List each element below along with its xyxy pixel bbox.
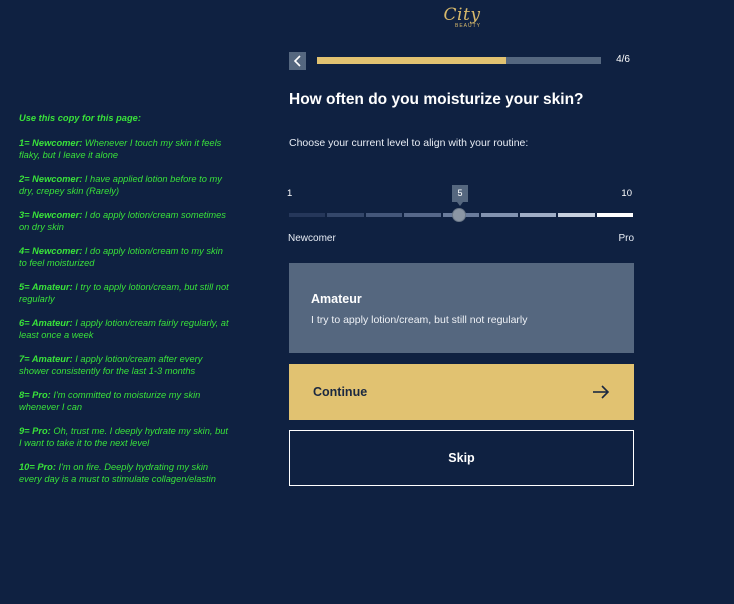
note-level: 10= Pro: bbox=[19, 462, 56, 472]
arrow-right-icon bbox=[593, 385, 610, 399]
note-level: 5= Amateur: bbox=[19, 282, 73, 292]
slider-max-label: 10 bbox=[621, 188, 632, 199]
note-item: 2= Newcomer: I have applied lotion befor… bbox=[19, 173, 229, 197]
logo-subtext: BEAUTY bbox=[454, 23, 481, 29]
slider-right-caption: Pro bbox=[618, 233, 634, 244]
note-level: 7= Amateur: bbox=[19, 354, 73, 364]
instruction-text: Choose your current level to align with … bbox=[289, 137, 529, 149]
continue-button[interactable]: Continue bbox=[289, 364, 634, 420]
continue-label: Continue bbox=[313, 385, 368, 399]
notes-heading: Use this copy for this page: bbox=[19, 113, 141, 123]
note-level: 9= Pro: bbox=[19, 426, 51, 436]
note-level: 2= Newcomer: bbox=[19, 174, 83, 184]
progress-fill bbox=[317, 57, 507, 64]
note-item: 10= Pro: I'm on fire. Deeply hydrating m… bbox=[19, 461, 229, 485]
progress-bar bbox=[317, 57, 601, 64]
slider-value-bubble: 5 bbox=[452, 185, 468, 206]
step-counter: 4/6 bbox=[616, 54, 630, 65]
chevron-left-icon bbox=[293, 55, 301, 67]
slider-thumb[interactable] bbox=[452, 208, 466, 222]
note-level: 3= Newcomer: bbox=[19, 210, 83, 220]
slider-segment bbox=[404, 213, 441, 217]
note-item: 5= Amateur: I try to apply lotion/cream,… bbox=[19, 281, 229, 305]
city-beauty-logo: City BEAUTY bbox=[430, 6, 494, 34]
note-item: 9= Pro: Oh, trust me. I deeply hydrate m… bbox=[19, 425, 229, 449]
slider-left-caption: Newcomer bbox=[288, 233, 336, 244]
notes-list: 1= Newcomer: Whenever I touch my skin it… bbox=[19, 137, 229, 485]
question-title: How often do you moisturize your skin? bbox=[289, 91, 584, 108]
note-level: 4= Newcomer: bbox=[19, 246, 83, 256]
slider-segment bbox=[289, 213, 326, 217]
note-level: 1= Newcomer: bbox=[19, 138, 83, 148]
skip-button[interactable]: Skip bbox=[289, 430, 634, 486]
note-item: 4= Newcomer: I do apply lotion/cream to … bbox=[19, 245, 229, 269]
slider-min-label: 1 bbox=[287, 188, 293, 199]
note-item: 3= Newcomer: I do apply lotion/cream som… bbox=[19, 209, 229, 233]
logo-script: City bbox=[443, 5, 481, 25]
level-description: I try to apply lotion/cream, but still n… bbox=[311, 314, 528, 326]
note-item: 8= Pro: I'm committed to moisturize my s… bbox=[19, 389, 229, 413]
note-item: 7= Amateur: I apply lotion/cream after e… bbox=[19, 353, 229, 377]
slider-segment bbox=[481, 213, 518, 217]
note-text: Oh, trust me. I deeply hydrate my skin, … bbox=[19, 426, 229, 448]
level-title: Amateur bbox=[311, 292, 362, 306]
back-button[interactable] bbox=[289, 52, 306, 70]
slider-segment bbox=[558, 213, 595, 217]
slider-segment bbox=[596, 213, 633, 217]
note-item: 1= Newcomer: Whenever I touch my skin it… bbox=[19, 137, 229, 161]
note-item: 6= Amateur: I apply lotion/cream fairly … bbox=[19, 317, 229, 341]
slider-segment bbox=[327, 213, 364, 217]
slider-segment bbox=[519, 213, 557, 217]
slider-segment bbox=[365, 213, 403, 217]
selected-level-card: Amateur I try to apply lotion/cream, but… bbox=[289, 263, 634, 353]
note-level: 8= Pro: bbox=[19, 390, 51, 400]
copy-notes: Use this copy for this page: 1= Newcomer… bbox=[19, 112, 229, 497]
note-level: 6= Amateur: bbox=[19, 318, 73, 328]
